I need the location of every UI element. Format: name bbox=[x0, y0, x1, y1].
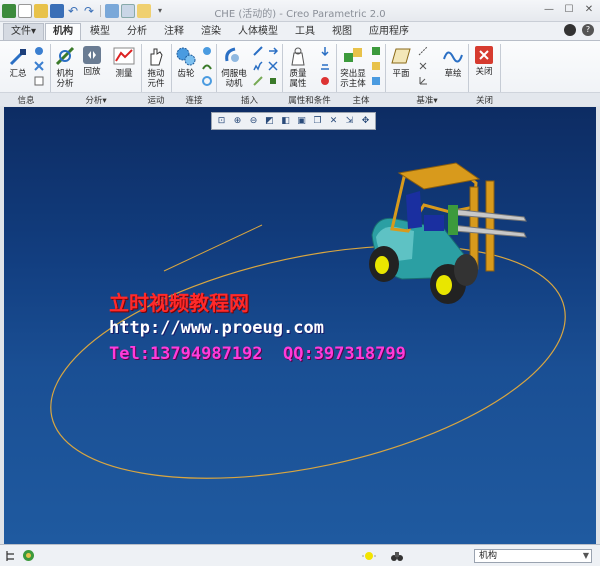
help-icon[interactable]: ? bbox=[582, 24, 594, 36]
group-label-analysis[interactable]: 分析▾ bbox=[52, 94, 140, 106]
highlight-bodies-button[interactable]: 突出显 示主体 bbox=[338, 45, 368, 89]
group-label-insert: 插入 bbox=[240, 96, 258, 106]
help-controls: ? bbox=[564, 24, 594, 36]
tab-render[interactable]: 渲染 bbox=[193, 23, 229, 40]
slot-icon[interactable] bbox=[202, 61, 212, 71]
list-info-icon[interactable] bbox=[34, 76, 44, 86]
spring-icon[interactable] bbox=[253, 61, 263, 71]
highlight-bodies-icon bbox=[344, 48, 362, 62]
tab-tools[interactable]: 工具 bbox=[287, 23, 323, 40]
graphics-viewport[interactable]: ⊡ ⊕ ⊖ ◩ ◧ ▣ ❐ ✕ ⇲ ✥ 立时视频教程网 http://www.p… bbox=[4, 107, 596, 544]
datum-plane-icon bbox=[391, 48, 411, 64]
detailed-info-icon[interactable] bbox=[34, 61, 44, 71]
watermark-url: http://www.proeug.com bbox=[109, 318, 324, 338]
close-red-icon bbox=[475, 46, 493, 64]
mechanism-analysis-icon bbox=[55, 46, 75, 66]
search-help-icon[interactable] bbox=[564, 24, 576, 36]
status-light-icon bbox=[362, 552, 376, 560]
selection-filter-value: 机构 bbox=[479, 551, 498, 561]
group-label-body: 主体 bbox=[352, 96, 370, 106]
group-label-motion: 运动 bbox=[147, 96, 165, 106]
tab-file[interactable]: 文件▾ bbox=[3, 23, 45, 40]
browser-icon[interactable] bbox=[22, 549, 35, 562]
tab-annotate[interactable]: 注释 bbox=[156, 23, 192, 40]
measure-button[interactable]: 测量 bbox=[112, 45, 136, 79]
datum-axis-icon[interactable] bbox=[418, 46, 428, 56]
trajectory-line bbox=[163, 224, 263, 272]
termination-icon[interactable] bbox=[268, 76, 278, 86]
plane-button[interactable]: 平面 bbox=[389, 45, 413, 79]
status-bar: 机构 ▼ bbox=[0, 544, 600, 566]
mechanism-analysis-button[interactable]: 机构 分析 bbox=[52, 45, 78, 89]
body-redefine-icon[interactable] bbox=[371, 61, 381, 71]
gear-button[interactable]: 齿轮 bbox=[174, 45, 198, 79]
maximize-icon[interactable]: ☐ bbox=[562, 3, 576, 17]
chevron-down-icon: ▼ bbox=[582, 551, 589, 560]
title-bar: ↶ ↷ ▾ CHE (活动的) - Creo Parametric 2.0 — … bbox=[0, 0, 600, 22]
group-label-datum[interactable]: 基准▾ bbox=[386, 94, 468, 106]
tab-manikin[interactable]: 人体模型 bbox=[230, 23, 286, 40]
sketch-icon bbox=[443, 51, 463, 63]
tab-view[interactable]: 视图 bbox=[324, 23, 360, 40]
hand-drag-icon bbox=[150, 48, 163, 66]
friction-icon[interactable] bbox=[320, 61, 330, 71]
group-label-connect: 连接 bbox=[185, 96, 203, 106]
belt-icon[interactable] bbox=[202, 76, 212, 86]
playback-icon bbox=[83, 46, 101, 64]
servo-motor-icon bbox=[225, 47, 239, 62]
mass-properties-icon bbox=[291, 47, 305, 66]
force-torque-icon[interactable] bbox=[268, 46, 278, 56]
gear-icon bbox=[176, 47, 196, 66]
measure-icon bbox=[113, 47, 135, 65]
window-title: CHE (活动的) - Creo Parametric 2.0 bbox=[214, 9, 386, 20]
summary-icon bbox=[9, 49, 26, 66]
tab-mechanism[interactable]: 机构 bbox=[45, 23, 82, 40]
body-list-icon[interactable] bbox=[371, 76, 381, 86]
initial-condition-icon[interactable] bbox=[268, 61, 278, 71]
watermark-site-name: 立时视频教程网 bbox=[109, 291, 249, 315]
group-label-info: 信息 bbox=[17, 96, 35, 106]
watermark-contact: Tel:13794987192 QQ:397318799 bbox=[109, 344, 406, 364]
body-define-icon[interactable] bbox=[371, 46, 381, 56]
window-controls: — ☐ ✕ bbox=[542, 3, 596, 17]
ribbon-group-labels: 信息 分析▾ 运动 连接 插入 属性和条件 主体 基准▾ 关闭 bbox=[0, 92, 600, 106]
tab-applications[interactable]: 应用程序 bbox=[361, 23, 417, 40]
datum-point-icon[interactable] bbox=[418, 61, 428, 71]
cam-icon[interactable] bbox=[202, 46, 212, 56]
ribbon-tabs: 文件▾ 机构 模型 分析 注释 渲染 人体模型 工具 视图 应用程序 bbox=[0, 22, 600, 40]
force-motor-icon[interactable] bbox=[253, 46, 263, 56]
stop-icon[interactable] bbox=[320, 76, 330, 86]
model-tree-icon[interactable] bbox=[5, 550, 17, 562]
close-button[interactable]: 关闭 bbox=[472, 45, 496, 77]
minimize-icon[interactable]: — bbox=[542, 3, 556, 17]
group-label-close: 关闭 bbox=[475, 96, 493, 106]
coordinate-system-icon[interactable] bbox=[418, 76, 428, 86]
forklift-model bbox=[369, 162, 527, 304]
close-icon[interactable]: ✕ bbox=[582, 3, 596, 17]
summary-button[interactable]: 汇总 bbox=[6, 47, 30, 79]
tab-model[interactable]: 模型 bbox=[82, 23, 118, 40]
selection-filter-dropdown[interactable]: 机构 ▼ bbox=[474, 549, 592, 563]
mass-properties-button[interactable]: 质量 属性 bbox=[286, 45, 310, 89]
sketch-button[interactable]: 草绘 bbox=[441, 45, 465, 79]
playback-button[interactable]: 回放 bbox=[80, 45, 104, 77]
drag-components-button[interactable]: 拖动 元件 bbox=[144, 45, 168, 89]
damper-icon[interactable] bbox=[253, 76, 263, 86]
group-label-properties: 属性和条件 bbox=[288, 96, 331, 106]
gravity-icon[interactable] bbox=[320, 46, 330, 56]
find-icon[interactable] bbox=[390, 549, 404, 563]
servo-motor-button[interactable]: 伺服电 动机 bbox=[220, 45, 248, 89]
mass-info-icon[interactable] bbox=[34, 46, 44, 56]
tab-analysis[interactable]: 分析 bbox=[119, 23, 155, 40]
